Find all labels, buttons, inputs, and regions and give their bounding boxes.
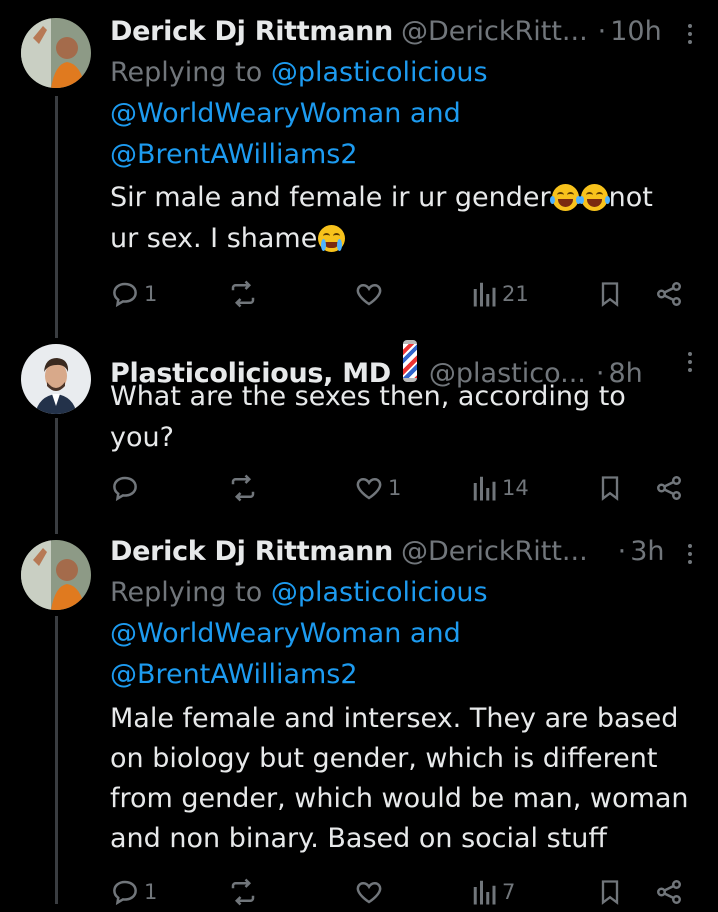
share-icon	[657, 476, 681, 500]
reply-icon	[113, 880, 137, 906]
tweet[interactable]: Derick Dj Rittmann @DerickRitt... · 10h …	[0, 0, 718, 330]
separator-dot: ·	[597, 16, 607, 47]
repost-button[interactable]	[228, 274, 258, 314]
reply-icon	[113, 476, 137, 502]
analytics-icon	[473, 282, 496, 307]
mention-link[interactable]: @plasticolicious	[271, 57, 488, 88]
replying-to: Replying to @plasticolicious @WorldWeary…	[110, 572, 700, 695]
like-button[interactable]	[354, 274, 384, 314]
views-count: 21	[502, 282, 529, 306]
bookmark-button[interactable]	[596, 872, 624, 912]
heart-icon	[356, 283, 382, 306]
tweet-text-part: from gender, which would be man, woman	[110, 783, 689, 814]
bookmark-button[interactable]	[596, 468, 624, 508]
repost-button[interactable]	[228, 872, 258, 912]
tweet-text-part: What are the sexes then, according to	[110, 381, 626, 412]
repost-icon	[231, 474, 255, 502]
timestamp[interactable]: 10h	[610, 12, 661, 52]
avatar[interactable]	[21, 344, 91, 414]
mention-link[interactable]: @WorldWearyWoman	[110, 98, 401, 129]
heart-icon	[356, 881, 382, 904]
display-name[interactable]: Derick Dj Rittmann	[110, 532, 393, 572]
analytics-icon	[473, 880, 496, 905]
laughing-tears-emoji-icon	[549, 184, 581, 211]
share-button[interactable]	[654, 274, 684, 314]
bookmark-button[interactable]	[596, 274, 624, 314]
share-button[interactable]	[654, 468, 684, 508]
share-icon	[657, 282, 681, 306]
tweet-text-part: you?	[110, 422, 174, 453]
mention-link[interactable]: @BrentAWilliams2	[110, 659, 358, 690]
tweet-actions: 1 14	[110, 468, 700, 508]
views-button[interactable]: 21	[472, 274, 529, 314]
crying-face-emoji-icon	[318, 225, 346, 252]
reply-button[interactable]: 1	[110, 872, 157, 912]
share-icon	[657, 880, 681, 904]
bookmark-icon	[601, 476, 619, 501]
reply-button[interactable]: 1	[110, 274, 157, 314]
views-button[interactable]: 14	[472, 468, 529, 508]
share-button[interactable]	[654, 872, 684, 912]
like-count: 1	[388, 476, 402, 500]
display-name[interactable]: Derick Dj Rittmann	[110, 12, 393, 52]
separator-dot: ·	[617, 536, 627, 567]
reply-icon	[113, 282, 137, 308]
heart-icon	[356, 477, 382, 500]
tweet-actions: 1 7	[110, 872, 700, 912]
tweet-text-part: not	[608, 182, 653, 213]
tweet[interactable]: Plasticolicious, MD @plastico... · 8h Wh…	[0, 330, 718, 530]
views-count: 14	[502, 476, 529, 500]
tweet-text: What are the sexes then, according to yo…	[110, 376, 700, 458]
reply-count: 1	[144, 282, 158, 306]
analytics-icon	[473, 476, 496, 501]
timestamp[interactable]: 3h	[630, 532, 664, 572]
mention-link[interactable]: @WorldWearyWoman	[110, 618, 401, 649]
mention-link[interactable]: @plasticolicious	[271, 577, 488, 608]
views-button[interactable]: 7	[472, 872, 515, 912]
replying-to-label: Replying to	[110, 577, 263, 608]
tweet-text: Male female and intersex. They are based…	[110, 699, 700, 859]
avatar[interactable]	[21, 18, 91, 88]
repost-icon	[231, 878, 255, 906]
avatar[interactable]	[21, 540, 91, 610]
like-button[interactable]: 1	[354, 468, 401, 508]
reply-button[interactable]	[110, 468, 140, 508]
tweet-text-part: ur sex. I shame	[110, 223, 318, 254]
tweet-header: Derick Dj Rittmann @DerickRitt... · 10h	[110, 12, 700, 52]
bookmark-icon	[601, 282, 619, 307]
replying-and[interactable]: and	[410, 98, 461, 129]
user-handle[interactable]: @DerickRitt...	[401, 532, 588, 572]
bookmark-icon	[601, 880, 619, 905]
views-count: 7	[502, 880, 516, 904]
user-handle[interactable]: @DerickRitt...	[401, 12, 588, 52]
more-options-icon[interactable]	[680, 348, 700, 376]
tweet-text-part: Sir male and female ir ur gender	[110, 182, 551, 213]
more-options-icon[interactable]	[680, 20, 700, 48]
tweet-text: Sir male and female ir ur gender not ur s…	[110, 177, 700, 259]
tweet-actions: 1 21	[110, 274, 700, 314]
replying-and[interactable]: and	[410, 618, 461, 649]
like-button[interactable]	[354, 872, 384, 912]
replying-to: Replying to @plasticolicious @WorldWeary…	[110, 52, 700, 175]
reply-count: 1	[144, 880, 158, 904]
repost-button[interactable]	[228, 468, 258, 508]
tweet-text-part: Male female and intersex. They are based	[110, 703, 679, 734]
mention-link[interactable]: @BrentAWilliams2	[110, 139, 358, 170]
tweet-text-part: and non binary. Based on social stuff	[110, 823, 608, 854]
tweet-header: Derick Dj Rittmann @DerickRitt... · 3h	[110, 532, 700, 572]
replying-to-label: Replying to	[110, 57, 263, 88]
repost-icon	[231, 280, 255, 308]
tweet-text-part: on biology but gender, which is differen…	[110, 743, 658, 774]
more-options-icon[interactable]	[680, 540, 700, 568]
tweet-header: Plasticolicious, MD @plastico... · 8h	[110, 340, 700, 389]
laughing-tears-emoji-icon	[578, 184, 610, 211]
tweet[interactable]: Derick Dj Rittmann @DerickRitt... · 3h R…	[0, 530, 718, 906]
